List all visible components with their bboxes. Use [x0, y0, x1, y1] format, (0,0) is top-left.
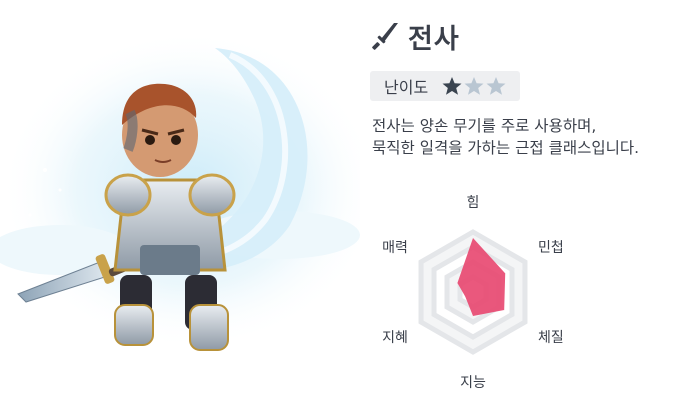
difficulty-badge: 난이도: [370, 71, 520, 101]
class-name: 전사: [408, 23, 460, 55]
radar-axis-label: 매력: [382, 240, 408, 256]
class-description: 전사는 양손 무기를 주로 사용하며, 묵직한 일격을 가하는 근접 클래스입니…: [372, 115, 672, 159]
difficulty-label: 난이도: [384, 78, 429, 97]
radar-axis-label: 지능: [460, 375, 486, 391]
stat-radar-chart: 힘민첩체질지능 지혜 매력: [382, 195, 564, 391]
radar-axis-label: 체질: [538, 330, 564, 346]
radar-axis-label: 힘: [467, 195, 480, 211]
description-line: 묵직한 일격을 가하는 근접 클래스입니다.: [372, 139, 640, 157]
class-title-row: 전사: [372, 18, 460, 55]
description-line: 전사는 양손 무기를 주로 사용하며,: [372, 117, 597, 135]
radar-axis-label: 민첩: [538, 240, 564, 256]
difficulty-rating: [442, 76, 506, 96]
star-empty-icon: [486, 77, 506, 95]
sword-icon: [372, 23, 398, 50]
radar-axis-label: 지혜: [382, 330, 408, 346]
warrior-illustration: [0, 30, 360, 351]
star-filled-icon: [442, 77, 462, 95]
star-empty-icon: [464, 77, 484, 95]
